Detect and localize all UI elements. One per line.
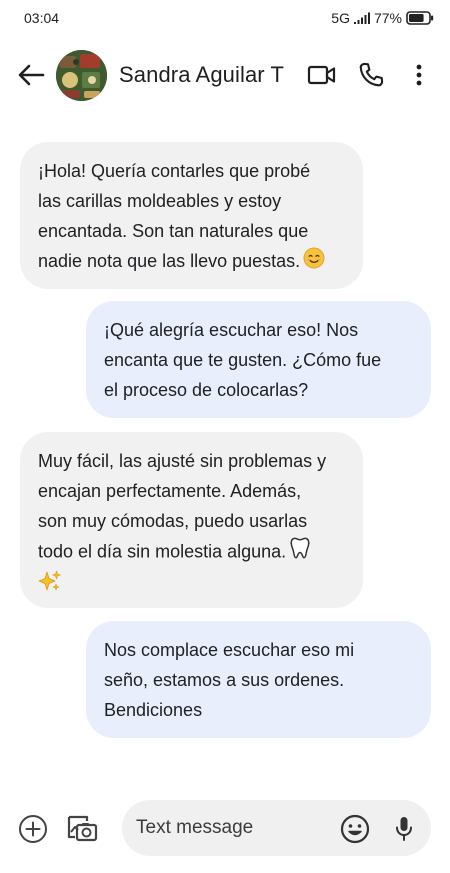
gallery-icon	[67, 815, 98, 842]
message-line: encanta que te gusten. ¿Cómo fue	[104, 350, 382, 370]
emoji-icon	[340, 814, 370, 844]
mic-icon	[396, 817, 412, 841]
voice-input-button[interactable]	[390, 812, 418, 846]
network-type: 5G	[331, 10, 350, 26]
conversation-header: Sandra Aguilar T	[0, 44, 450, 106]
more-options-button[interactable]	[403, 60, 435, 90]
gallery-button[interactable]	[64, 810, 100, 846]
message-input[interactable]	[136, 808, 336, 848]
message-line: Muy fácil, las ajusté sin problemas y	[38, 451, 327, 471]
more-vert-icon	[416, 64, 422, 86]
battery-icon	[406, 11, 434, 25]
message-line: ¡Qué alegría escuchar eso! Nos	[104, 320, 359, 340]
message-line: Nos complace escuchar eso mi	[104, 640, 355, 660]
message-bubble-incoming[interactable]: Muy fácil, las ajusté sin problemas y en…	[20, 432, 363, 608]
message-line: encajan perfectamente. Además,	[38, 481, 302, 501]
message-line: encantada. Son tan naturales que	[38, 221, 309, 241]
emoji-button[interactable]	[338, 812, 372, 846]
back-button[interactable]	[14, 59, 48, 91]
video-call-button[interactable]	[306, 60, 338, 90]
status-indicators: 5G 77%	[331, 9, 434, 27]
message-line: seño, estamos a sus ordenes.	[104, 670, 345, 690]
avatar[interactable]	[56, 50, 107, 101]
smiling-face-emoji	[303, 247, 325, 278]
message-input-container	[122, 800, 431, 856]
message-bubble-outgoing[interactable]: Nos complace escuchar eso mi seño, estam…	[86, 621, 431, 738]
message-line: son muy cómodas, puedo usarlas	[38, 511, 308, 531]
status-bar: 03:04 5G 77%	[0, 0, 450, 36]
message-line: ¡Hola! Quería contarles que probé	[38, 161, 311, 181]
battery-percent: 77%	[373, 10, 402, 26]
status-time: 03:04	[24, 10, 60, 26]
voice-call-button[interactable]	[355, 60, 387, 90]
message-line: Bendiciones	[104, 700, 203, 720]
message-line: nadie nota que las llevo puestas.	[38, 251, 301, 271]
message-composer	[0, 792, 450, 862]
contact-photo	[56, 50, 107, 101]
add-attachment-button[interactable]	[16, 812, 50, 846]
phone-icon	[359, 62, 384, 87]
message-bubble-outgoing[interactable]: ¡Qué alegría escuchar eso! Nos encanta q…	[86, 301, 431, 418]
video-call-icon	[307, 65, 336, 85]
sparkles-emoji	[38, 569, 62, 602]
message-bubble-incoming[interactable]: ¡Hola! Quería contarles que probé las ca…	[20, 142, 363, 289]
arrow-back-icon	[18, 64, 45, 86]
message-line: el proceso de colocarlas?	[104, 380, 309, 400]
contact-name[interactable]: Sandra Aguilar T	[119, 62, 284, 88]
message-line: las carillas moldeables y estoy	[38, 191, 282, 211]
tooth-emoji	[289, 536, 311, 569]
signal-bars-icon	[353, 12, 370, 24]
add-circle-icon	[19, 815, 47, 843]
message-line: todo el día sin molestia alguna.	[38, 541, 287, 562]
